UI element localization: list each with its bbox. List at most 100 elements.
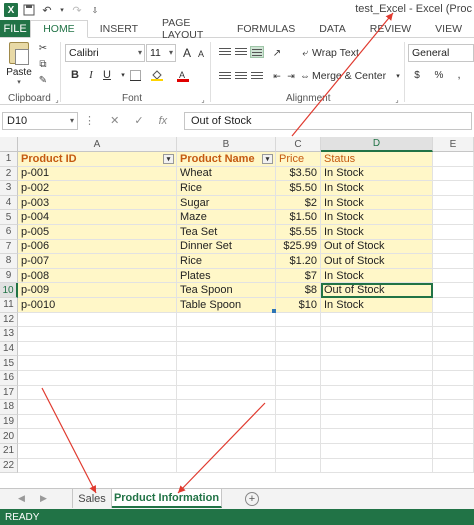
cell-d5[interactable]: In Stock bbox=[321, 210, 433, 225]
cell-a12[interactable] bbox=[18, 312, 177, 328]
cell-d17[interactable] bbox=[321, 385, 433, 401]
table-header-cell[interactable]: Status bbox=[321, 152, 433, 167]
row-header-13[interactable]: 13 bbox=[0, 327, 18, 342]
cell-c4[interactable]: $2 bbox=[276, 195, 321, 211]
cell-a20[interactable] bbox=[18, 429, 177, 444]
sheet-tab-sales[interactable]: Sales bbox=[72, 489, 112, 508]
cell-a15[interactable] bbox=[18, 356, 177, 371]
comma-style-icon[interactable]: , bbox=[452, 68, 466, 82]
undo-dropdown-icon[interactable]: ▾ bbox=[58, 3, 66, 17]
cell-c15[interactable] bbox=[276, 356, 321, 371]
column-header-a[interactable]: A bbox=[18, 137, 177, 152]
tab-insert[interactable]: INSERT bbox=[88, 20, 150, 37]
font-size-select[interactable]: 11 ▾ bbox=[146, 44, 176, 62]
cell-d22[interactable] bbox=[321, 458, 433, 474]
cell-d3[interactable]: In Stock bbox=[321, 181, 433, 196]
scroll-right-icon[interactable]: ▶ bbox=[40, 493, 47, 504]
cell-e10[interactable] bbox=[433, 283, 474, 298]
cell-e13[interactable] bbox=[433, 327, 474, 342]
cell-c17[interactable] bbox=[276, 385, 321, 401]
filter-dropdown-icon[interactable]: ▾ bbox=[262, 154, 273, 164]
row-header-17[interactable]: 17 bbox=[0, 385, 18, 401]
cancel-icon[interactable]: ✕ bbox=[110, 115, 119, 127]
tab-file[interactable]: FILE bbox=[0, 20, 31, 37]
scroll-left-icon[interactable]: ◀ bbox=[18, 493, 25, 504]
number-format-select[interactable]: General bbox=[408, 44, 474, 62]
cell-a2[interactable]: p-001 bbox=[18, 166, 177, 182]
cell-b10[interactable]: Tea Spoon bbox=[177, 283, 276, 298]
cell-e4[interactable] bbox=[433, 195, 474, 211]
cell-c2[interactable]: $3.50 bbox=[276, 166, 321, 182]
cell-e9[interactable] bbox=[433, 268, 474, 284]
percent-style-icon[interactable]: % bbox=[432, 68, 446, 82]
row-header-11[interactable]: 11 bbox=[0, 298, 18, 313]
cell-b12[interactable] bbox=[177, 312, 276, 328]
cell-e15[interactable] bbox=[433, 356, 474, 371]
cell-a5[interactable]: p-004 bbox=[18, 210, 177, 225]
cell-b11[interactable]: Table Spoon bbox=[177, 298, 276, 313]
cell-a18[interactable] bbox=[18, 400, 177, 415]
worksheet-grid[interactable]: A B C D E 1 Product ID ▾ Product Name ▾ Price Statu… bbox=[0, 137, 474, 486]
cell-a8[interactable]: p-007 bbox=[18, 254, 177, 269]
bottom-align-icon[interactable] bbox=[250, 46, 264, 58]
cell-b22[interactable] bbox=[177, 458, 276, 474]
cell-a6[interactable]: p-005 bbox=[18, 225, 177, 240]
cell-c16[interactable] bbox=[276, 371, 321, 386]
cell-d2[interactable]: In Stock bbox=[321, 166, 433, 182]
cell-b9[interactable]: Plates bbox=[177, 268, 276, 284]
paste-button[interactable]: Paste ▾ bbox=[4, 42, 34, 86]
cell-e7[interactable] bbox=[433, 239, 474, 255]
cell-e2[interactable] bbox=[433, 166, 474, 182]
cell-c21[interactable] bbox=[276, 444, 321, 459]
row-header-6[interactable]: 6 bbox=[0, 225, 18, 240]
merge-center-button[interactable]: Merge & Center bbox=[312, 70, 386, 82]
cell-e16[interactable] bbox=[433, 371, 474, 386]
row-header-2[interactable]: 2 bbox=[0, 166, 18, 182]
cell-e5[interactable] bbox=[433, 210, 474, 225]
row-header-1[interactable]: 1 bbox=[0, 152, 18, 167]
insert-function-button[interactable]: fx bbox=[159, 115, 168, 127]
cell-e6[interactable] bbox=[433, 225, 474, 240]
row-header-14[interactable]: 14 bbox=[0, 341, 18, 357]
cell-b15[interactable] bbox=[177, 356, 276, 371]
undo-icon[interactable]: ↶ bbox=[40, 3, 54, 17]
cell-a10[interactable]: p-009 bbox=[18, 283, 177, 298]
middle-align-icon[interactable] bbox=[234, 46, 248, 58]
cell-a21[interactable] bbox=[18, 444, 177, 459]
row-header-22[interactable]: 22 bbox=[0, 458, 18, 474]
name-box[interactable]: D10 ▾ bbox=[2, 112, 78, 130]
cell-d14[interactable] bbox=[321, 341, 433, 357]
cell-d13[interactable] bbox=[321, 327, 433, 342]
cell-d8[interactable]: Out of Stock bbox=[321, 254, 433, 269]
customize-qat-icon[interactable]: ⇩ bbox=[88, 3, 102, 17]
cell-e19[interactable] bbox=[433, 414, 474, 430]
cell-d4[interactable]: In Stock bbox=[321, 195, 433, 211]
cell-c3[interactable]: $5.50 bbox=[276, 181, 321, 196]
increase-indent-icon[interactable]: ⇥ bbox=[284, 69, 298, 83]
cell-b2[interactable]: Wheat bbox=[177, 166, 276, 182]
save-icon[interactable] bbox=[22, 3, 36, 17]
cell-c11[interactable]: $10 bbox=[276, 298, 321, 313]
cell-a13[interactable] bbox=[18, 327, 177, 342]
table-resize-handle[interactable] bbox=[272, 308, 276, 313]
wrap-text-icon[interactable]: ⤶ bbox=[298, 46, 312, 60]
cell-e1[interactable] bbox=[433, 152, 474, 167]
align-left-icon[interactable] bbox=[218, 70, 232, 82]
fill-color-icon[interactable] bbox=[150, 68, 164, 82]
borders-icon[interactable] bbox=[128, 68, 142, 82]
row-header-15[interactable]: 15 bbox=[0, 356, 18, 371]
cell-b6[interactable]: Tea Set bbox=[177, 225, 276, 240]
column-header-d[interactable]: D bbox=[321, 137, 433, 152]
cell-c19[interactable] bbox=[276, 414, 321, 430]
cell-d21[interactable] bbox=[321, 444, 433, 459]
row-header-10[interactable]: 10 bbox=[0, 283, 18, 298]
cell-a22[interactable] bbox=[18, 458, 177, 474]
cell-a11[interactable]: p-0010 bbox=[18, 298, 177, 313]
cell-e17[interactable] bbox=[433, 385, 474, 401]
cell-d6[interactable]: In Stock bbox=[321, 225, 433, 240]
cell-b3[interactable]: Rice bbox=[177, 181, 276, 196]
tab-page-layout[interactable]: PAGE LAYOUT bbox=[150, 17, 225, 41]
cell-c14[interactable] bbox=[276, 341, 321, 357]
cell-a19[interactable] bbox=[18, 414, 177, 430]
cell-a16[interactable] bbox=[18, 371, 177, 386]
